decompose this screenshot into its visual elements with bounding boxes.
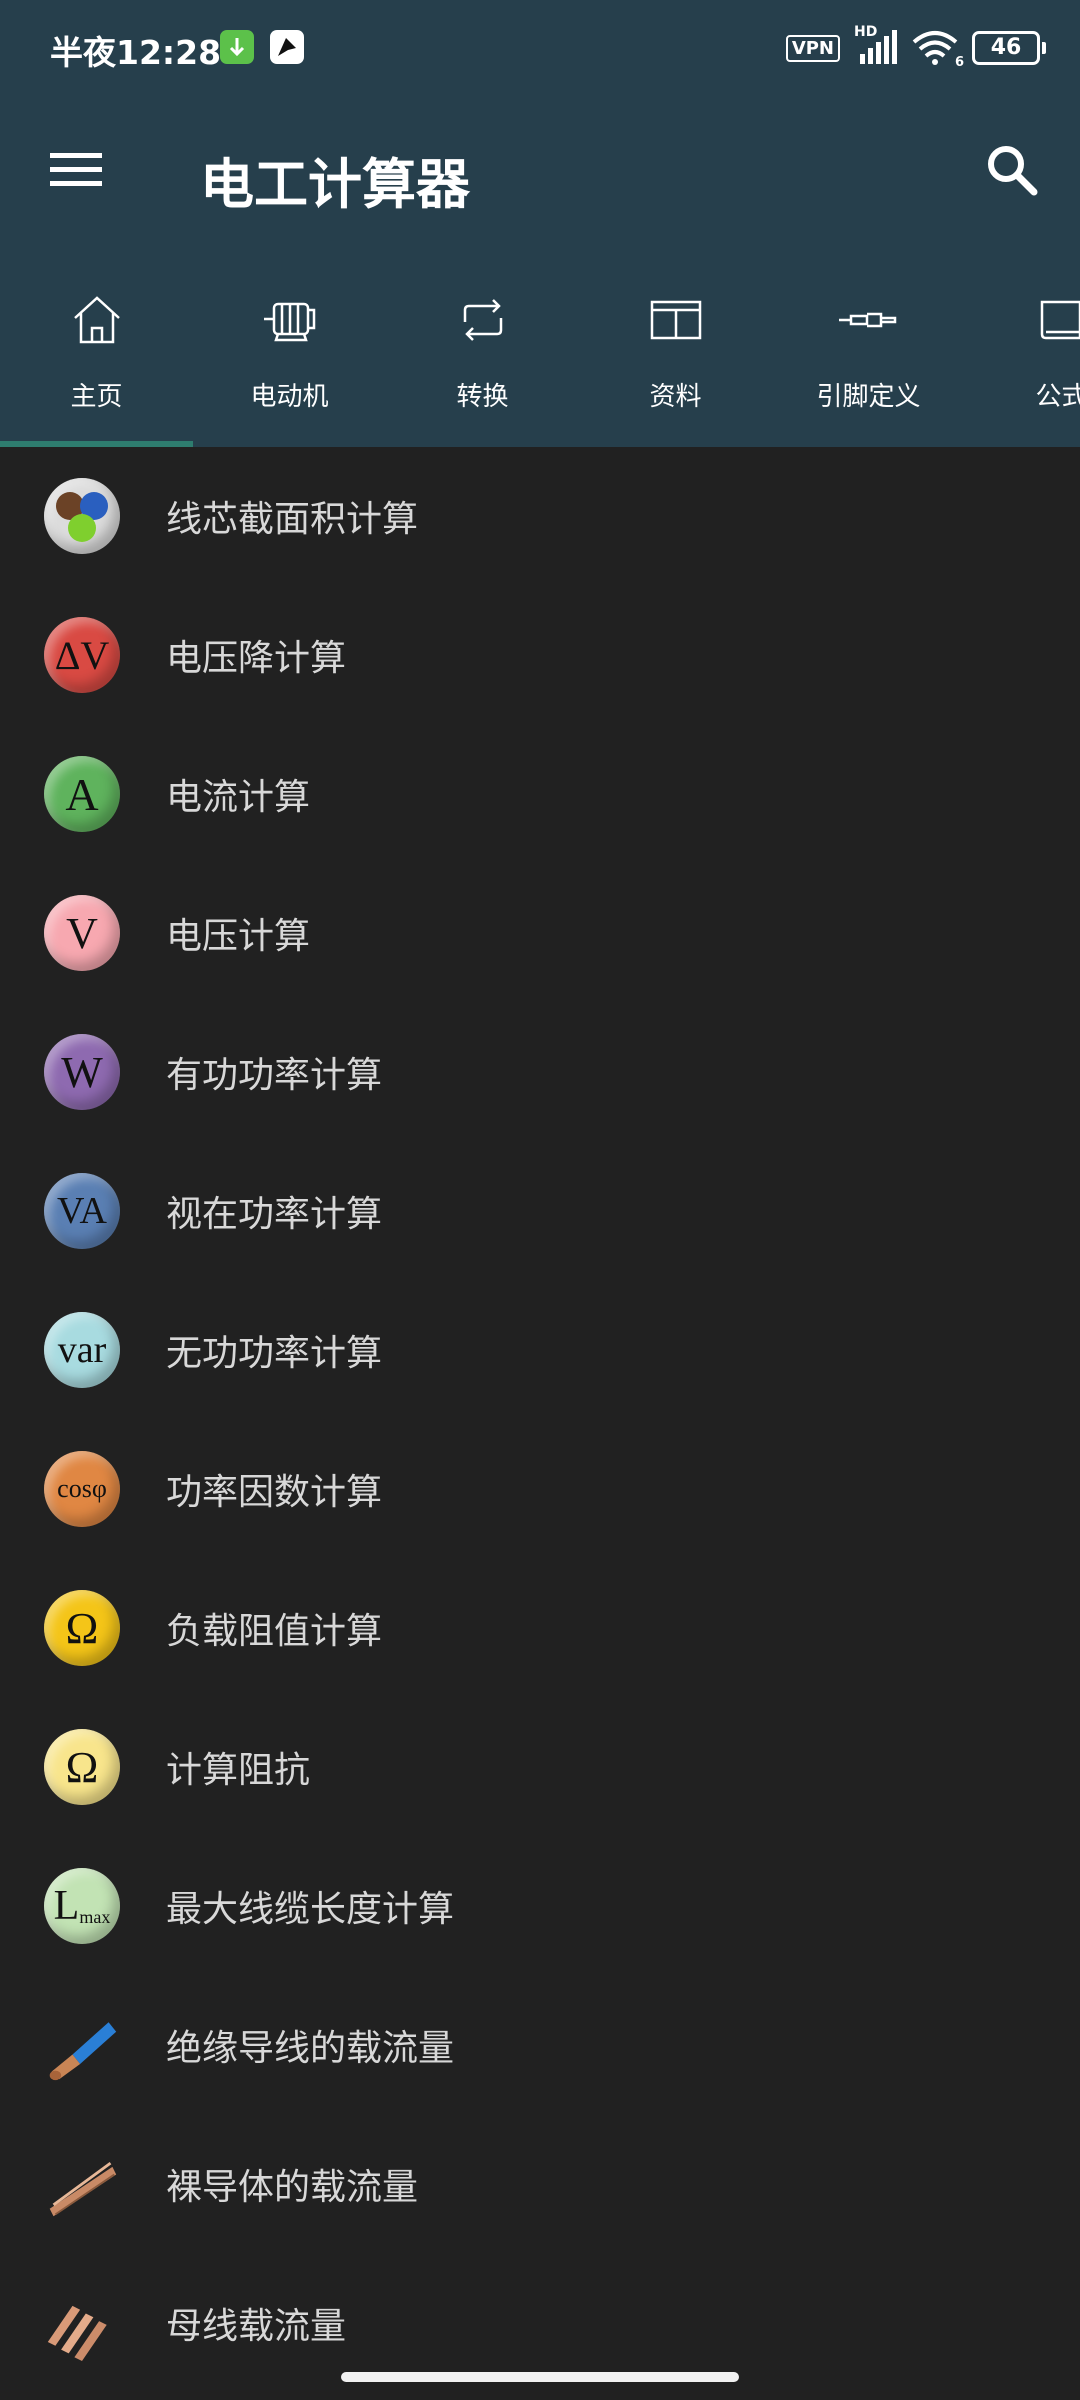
app-header: 半夜12:28 VPN HD 6 46 电工计算器 主页 电动机 转换 资料 引… <box>0 0 1080 447</box>
search-icon <box>988 146 1038 196</box>
tab-home-label: 主页 <box>70 382 123 412</box>
list-item-label: 电压降计算 <box>166 638 347 679</box>
signal-icon: HD <box>854 24 898 66</box>
list-item-cross-section[interactable]: 线芯截面积计算 <box>0 447 1080 586</box>
voltage-icon: V <box>44 895 120 971</box>
wifi-subscript: 6 <box>954 55 964 70</box>
tab-home[interactable]: 主页 <box>0 270 193 447</box>
vpn-icon: VPN <box>785 34 840 62</box>
list-item-label: 有功功率计算 <box>166 1055 383 1096</box>
icon-symbol: cosφ <box>57 1474 107 1503</box>
icon-symbol: W <box>61 1047 103 1097</box>
app-notification-icon <box>270 30 304 64</box>
icon-symbol: L <box>53 1883 80 1929</box>
apparent-power-icon: VA <box>44 1173 120 1249</box>
icon-symbol: VA <box>57 1190 107 1232</box>
list-item-bare-conductor[interactable]: 裸导体的载流量 <box>0 2115 1080 2254</box>
book-open-icon <box>650 300 701 340</box>
icon-symbol: var <box>57 1329 107 1371</box>
tab-convert-label: 转换 <box>456 382 509 412</box>
load-resistance-icon: Ω <box>44 1590 120 1666</box>
connector-icon <box>838 312 896 328</box>
list-item-label: 功率因数计算 <box>166 1472 383 1513</box>
tab-pinout-label: 引脚定义 <box>816 382 921 412</box>
list-item-insulated-wire[interactable]: 绝缘导线的载流量 <box>0 1976 1080 2115</box>
tab-formula-label: 公式 <box>1035 382 1080 412</box>
list-item-label: 线芯截面积计算 <box>166 499 419 540</box>
list-item-label: 母线载流量 <box>166 2306 347 2347</box>
app-title: 电工计算器 <box>200 153 470 216</box>
tab-motor-label: 电动机 <box>250 382 329 412</box>
tab-resources[interactable]: 资料 <box>579 270 772 447</box>
list-item-label: 视在功率计算 <box>166 1194 383 1235</box>
reactive-power-icon: var <box>44 1312 120 1388</box>
icon-symbol: Ω <box>65 1603 99 1653</box>
list-item-label: 电流计算 <box>166 777 311 818</box>
list-item-label: 最大线缆长度计算 <box>166 1889 455 1930</box>
home-icon <box>73 296 120 344</box>
active-power-icon: W <box>44 1034 120 1110</box>
list-item-label: 计算阻抗 <box>166 1750 311 1791</box>
list-item-voltage-drop[interactable]: ΔV 电压降计算 <box>0 586 1080 725</box>
tab-pinout[interactable]: 引脚定义 <box>772 270 965 447</box>
tab-bar: 主页 电动机 转换 资料 引脚定义 公式 <box>0 270 1080 447</box>
list-item-label: 裸导体的载流量 <box>166 2167 419 2208</box>
list-item-current[interactable]: A 电流计算 <box>0 725 1080 864</box>
list-item-label: 负载阻值计算 <box>166 1611 383 1652</box>
icon-symbol: ΔV <box>54 632 110 678</box>
bare-conductor-icon <box>44 2146 120 2222</box>
impedance-icon: Ω <box>44 1729 120 1805</box>
list-item-load-resistance[interactable]: Ω 负载阻值计算 <box>0 1559 1080 1698</box>
tab-formula[interactable]: 公式 <box>965 270 1080 447</box>
current-icon: A <box>44 756 120 832</box>
tab-motor[interactable]: 电动机 <box>193 270 386 447</box>
busbar-icon <box>44 2285 120 2361</box>
power-factor-icon: cosφ <box>44 1451 120 1527</box>
list-item-power-factor[interactable]: cosφ 功率因数计算 <box>0 1420 1080 1559</box>
list-item-label: 绝缘导线的载流量 <box>166 2028 455 2069</box>
repeat-icon <box>463 299 502 341</box>
tab-resources-label: 资料 <box>649 382 702 412</box>
list-item-label: 无功功率计算 <box>166 1333 383 1374</box>
list-item-label: 电压计算 <box>166 916 311 957</box>
status-bar: 半夜12:28 VPN HD 6 46 <box>0 0 1080 96</box>
hamburger-icon <box>50 153 102 186</box>
status-time: 半夜12:28 <box>50 33 222 72</box>
list-item-active-power[interactable]: W 有功功率计算 <box>0 1003 1080 1142</box>
wifi-icon: 6 <box>912 30 964 70</box>
download-notification-icon <box>220 30 254 64</box>
icon-symbol: V <box>66 908 98 958</box>
battery-icon: 46 <box>972 31 1046 65</box>
voltage-drop-icon: ΔV <box>44 617 120 693</box>
list-item-max-cable-length[interactable]: Lmax 最大线缆长度计算 <box>0 1837 1080 1976</box>
max-cable-length-icon: Lmax <box>44 1868 120 1944</box>
insulated-wire-icon <box>44 2007 120 2083</box>
search-button[interactable] <box>982 140 1042 200</box>
icon-symbol: Ω <box>65 1742 99 1792</box>
icon-symbol-subscript: max <box>79 1907 111 1927</box>
motor-icon <box>263 302 315 342</box>
wire-cores-icon <box>44 478 120 554</box>
list-item-apparent-power[interactable]: VA 视在功率计算 <box>0 1142 1080 1281</box>
gesture-nav-bar[interactable] <box>341 2372 739 2382</box>
list-item-impedance[interactable]: Ω 计算阻抗 <box>0 1698 1080 1837</box>
menu-button[interactable] <box>46 145 106 195</box>
status-icons: VPN HD 6 46 <box>785 24 1046 70</box>
list-item-voltage[interactable]: V 电压计算 <box>0 864 1080 1003</box>
book-icon <box>1040 300 1080 340</box>
icon-symbol: A <box>65 768 99 820</box>
tab-convert[interactable]: 转换 <box>386 270 579 447</box>
list-item-reactive-power[interactable]: var 无功功率计算 <box>0 1281 1080 1420</box>
